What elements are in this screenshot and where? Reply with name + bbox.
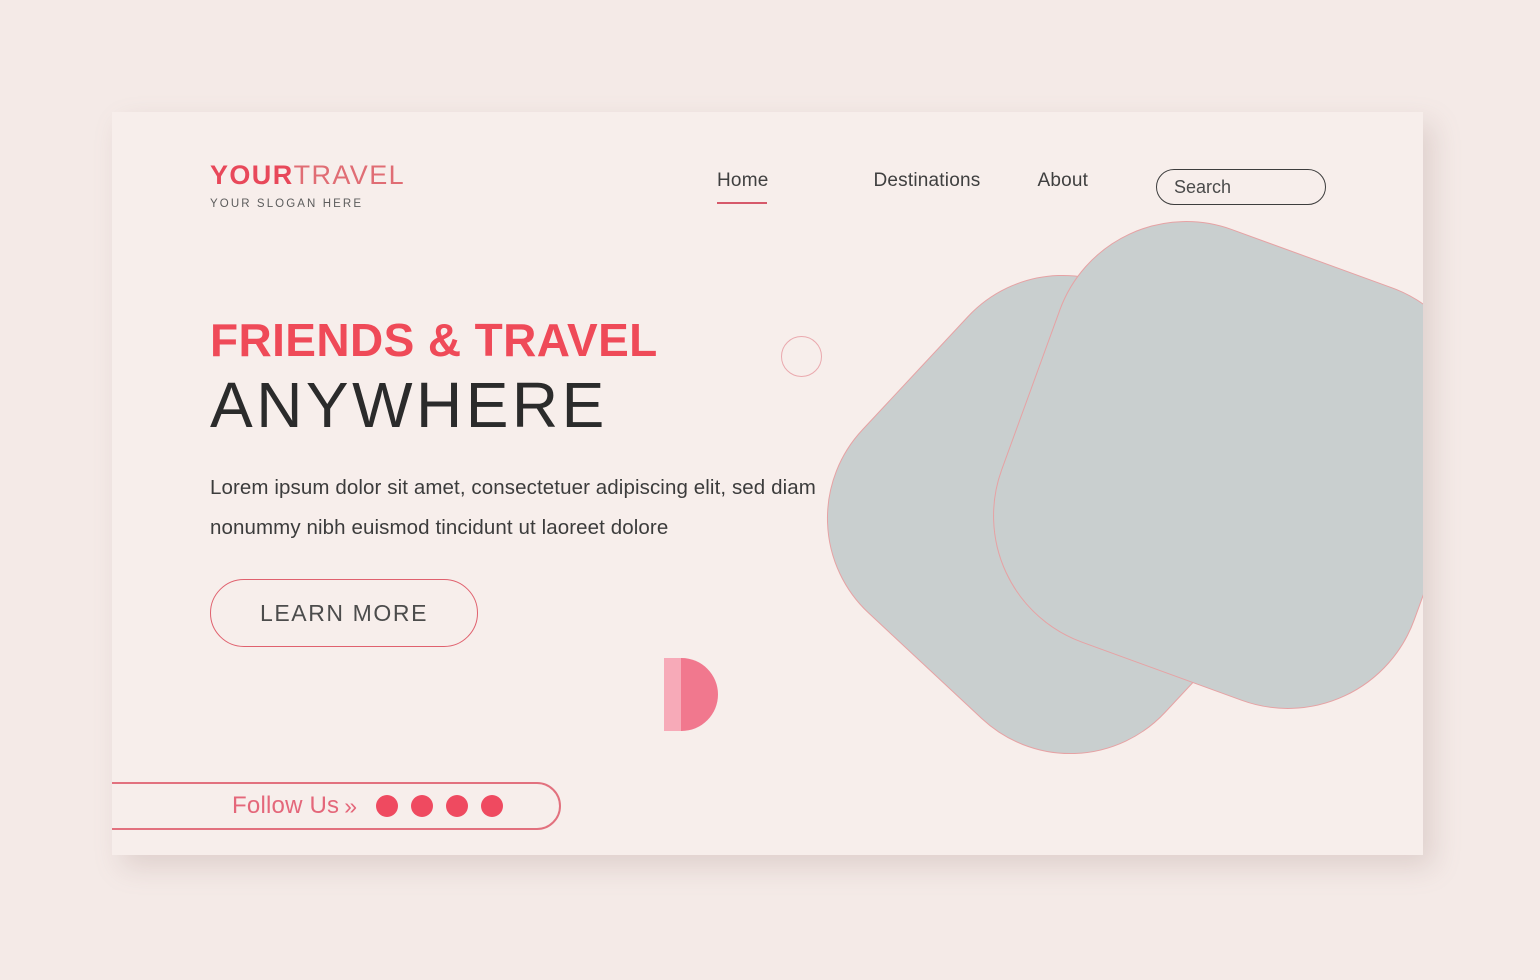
learn-more-button[interactable]: LEARN MORE xyxy=(210,579,478,648)
half-circle-bar xyxy=(664,658,682,731)
social-dot-1[interactable] xyxy=(376,795,398,817)
social-dot-3[interactable] xyxy=(446,795,468,817)
hero-section: FRIENDS & TRAVEL ANYWHERE Lorem ipsum do… xyxy=(210,314,870,648)
hero-headline-bottom: ANYWHERE xyxy=(210,369,608,441)
social-dot-2[interactable] xyxy=(411,795,433,817)
nav-item-destinations[interactable]: Destinations xyxy=(873,170,980,202)
double-chevron-right-icon: » xyxy=(344,792,357,819)
social-dot-4[interactable] xyxy=(481,795,503,817)
site-header: YOURTRAVEL YOUR SLOGAN HERE Home Destina… xyxy=(112,112,1423,232)
squircle-shape-front xyxy=(955,183,1423,747)
brand-slogan: YOUR SLOGAN HERE xyxy=(210,198,364,210)
hero-headline-top: FRIENDS & TRAVEL xyxy=(210,314,658,366)
half-circle-arc xyxy=(681,658,718,731)
screenshot-stage: YOURTRAVEL YOUR SLOGAN HERE Home Destina… xyxy=(0,0,1540,980)
brand-name-light: TRAVEL xyxy=(293,160,406,190)
landing-page-card: YOURTRAVEL YOUR SLOGAN HERE Home Destina… xyxy=(112,112,1423,855)
hero-paragraph: Lorem ipsum dolor sit amet, consectetuer… xyxy=(210,476,816,539)
follow-us-bar: Follow Us » xyxy=(112,782,561,830)
main-navigation: Home Destinations About xyxy=(717,170,1088,204)
half-circle-decoration xyxy=(664,658,718,731)
brand-logo[interactable]: YOURTRAVEL YOUR SLOGAN HERE xyxy=(210,162,405,211)
brand-name: YOURTRAVEL xyxy=(210,162,405,189)
follow-us-label: Follow Us xyxy=(232,792,340,819)
search-box[interactable] xyxy=(1156,169,1326,205)
nav-item-home[interactable]: Home xyxy=(717,170,768,204)
brand-name-bold: YOUR xyxy=(210,160,294,190)
search-input[interactable] xyxy=(1157,175,1325,199)
nav-item-about[interactable]: About xyxy=(1037,170,1088,202)
